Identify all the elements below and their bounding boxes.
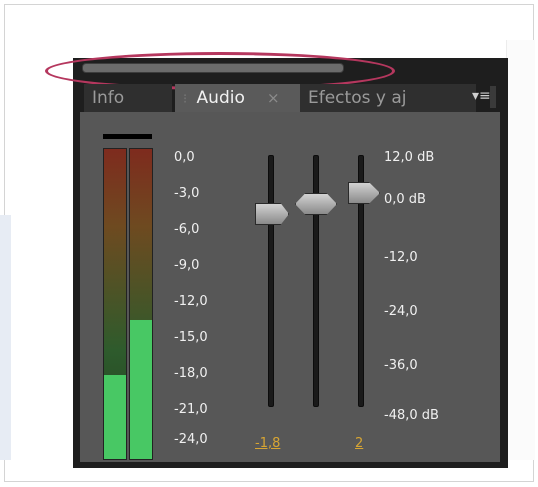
fader-track-master[interactable] [313, 155, 319, 407]
tab-efectos[interactable]: Efectos y aj [300, 84, 476, 112]
audio-meter-right [129, 148, 153, 460]
meter-scale-label: -21,0 [174, 402, 208, 417]
meter-scale-label: -12,0 [174, 294, 208, 309]
tab-grip-icon: ⁝ [183, 92, 188, 107]
tab-audio[interactable]: ⁝ Audio × [175, 84, 303, 112]
fader-scale-label: -12,0 [384, 250, 418, 265]
fader-value-right[interactable]: 2 [355, 436, 363, 451]
panel-menu-icon[interactable]: ▾≡ [472, 88, 491, 104]
meter-scale-label: 0,0 [174, 150, 195, 165]
fader-scale-label: -24,0 [384, 304, 418, 319]
audio-meter-left [103, 148, 127, 460]
meter-scale-label: -3,0 [174, 186, 200, 201]
tab-efectos-label: Efectos y aj [308, 88, 407, 108]
fader-scale-label: -36,0 [384, 358, 418, 373]
meter-scale-label: -18,0 [174, 366, 208, 381]
close-icon[interactable]: × [267, 84, 280, 112]
tab-bar: Info ⁝ Audio × Efectos y aj ▾≡ [80, 80, 500, 112]
meter-level-right [130, 319, 152, 459]
meter-scale-label: -6,0 [174, 222, 200, 237]
fader-scale-label: 12,0 dB [384, 150, 435, 165]
tab-info[interactable]: Info [84, 84, 172, 112]
fader-track-left[interactable] [268, 155, 274, 407]
tab-info-label: Info [92, 88, 125, 108]
meter-clip-indicator [103, 134, 152, 139]
meter-level-left [104, 375, 126, 459]
meter-scale-label: -9,0 [174, 258, 200, 273]
fader-scale-label: -48,0 dB [384, 408, 439, 423]
background-strip-left [0, 215, 11, 460]
meter-scale-label: -15,0 [174, 330, 208, 345]
tab-audio-label: Audio [196, 88, 245, 108]
meter-scale-label: -24,0 [174, 432, 208, 447]
tabbar-grip[interactable] [490, 86, 496, 108]
fader-value-left[interactable]: -1,8 [255, 436, 280, 451]
fader-scale-label: 0,0 dB [384, 192, 426, 207]
background-strip-right [506, 40, 535, 460]
